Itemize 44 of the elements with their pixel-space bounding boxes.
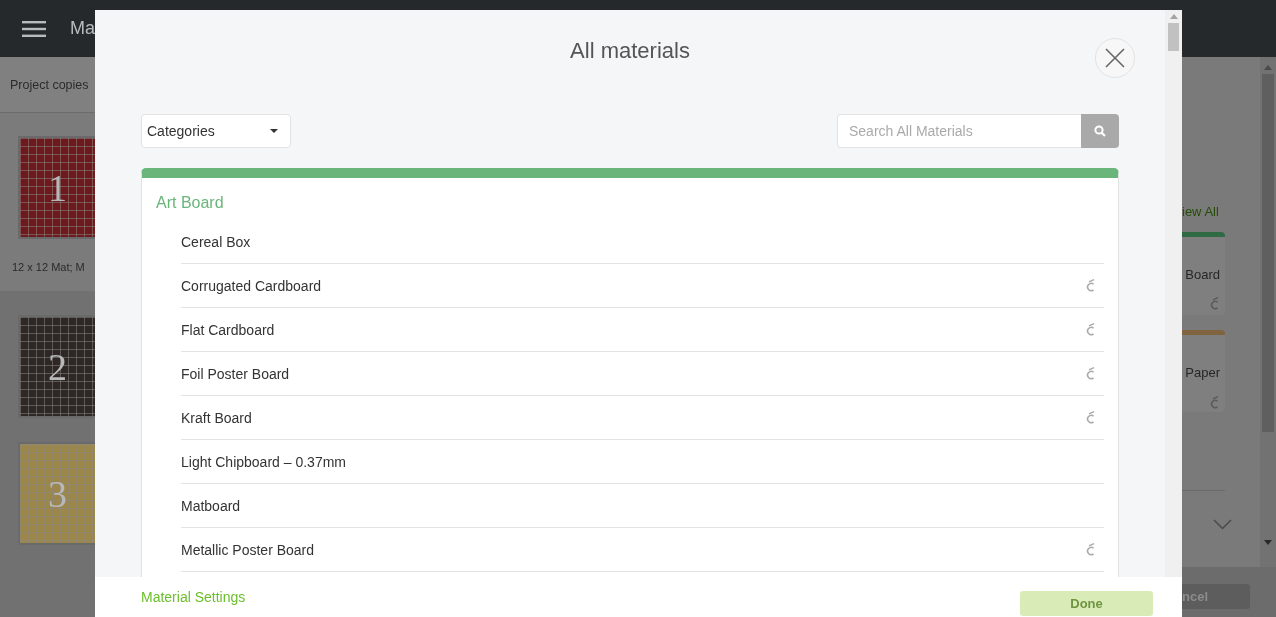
search-icon xyxy=(1094,125,1106,137)
material-row[interactable]: Cereal Box xyxy=(181,220,1104,264)
material-name: Light Chipboard – 0.37mm xyxy=(181,453,346,470)
chevron-down-icon[interactable] xyxy=(1213,519,1232,530)
material-row[interactable]: Corrugated Cardboard xyxy=(181,264,1104,308)
dialog-title: All materials xyxy=(570,38,690,64)
material-row[interactable]: Flat Cardboard xyxy=(181,308,1104,352)
hook-icon xyxy=(1209,297,1220,310)
material-name: Corrugated Cardboard xyxy=(181,277,322,294)
material-name: Metallic Poster Board xyxy=(181,541,315,558)
material-row[interactable]: Kraft Board xyxy=(181,396,1104,440)
material-name: Flat Cardboard xyxy=(181,321,275,338)
scrollbar[interactable] xyxy=(1165,10,1182,577)
category-heading: Art Board xyxy=(156,194,225,212)
material-row[interactable]: Matboard xyxy=(181,484,1104,528)
scroll-down-icon[interactable] xyxy=(1264,540,1272,545)
project-copies-label: Project copies xyxy=(0,57,95,113)
scroll-up-icon[interactable] xyxy=(1169,14,1178,19)
material-name: Cereal Box xyxy=(181,233,251,250)
scroll-up-icon[interactable] xyxy=(1264,65,1272,70)
scrollbar[interactable] xyxy=(1260,57,1276,567)
material-card[interactable]: Paper xyxy=(1182,330,1225,412)
material-name: Kraft Board xyxy=(181,409,252,426)
scrollbar-thumb[interactable] xyxy=(1168,23,1179,51)
material-name: Matboard xyxy=(181,497,241,514)
material-name: Foil Poster Board xyxy=(181,365,290,382)
close-button[interactable] xyxy=(1095,38,1135,78)
mat-thumbnail[interactable]: 1 xyxy=(18,136,95,239)
search-field[interactable]: Search All Materials xyxy=(837,114,1081,148)
app-title: Ma xyxy=(70,18,95,39)
mat-caption: 12 x 12 Mat; M xyxy=(11,260,86,275)
categories-dropdown[interactable]: Categories xyxy=(141,114,291,148)
material-name: Board xyxy=(1185,267,1220,282)
material-row[interactable]: Foil Poster Board xyxy=(181,352,1104,396)
close-icon xyxy=(1105,48,1125,68)
search-button[interactable] xyxy=(1081,114,1119,148)
mat-thumbnail[interactable]: 2 xyxy=(18,315,95,418)
material-card[interactable]: Board xyxy=(1182,232,1225,315)
material-name: Paper xyxy=(1185,365,1220,380)
material-row[interactable]: Metallic Poster Board xyxy=(181,528,1104,572)
hook-icon xyxy=(1209,396,1220,409)
material-row[interactable]: Light Chipboard – 0.37mm xyxy=(181,440,1104,484)
caret-icon xyxy=(270,129,278,133)
menu-icon[interactable] xyxy=(22,20,46,37)
